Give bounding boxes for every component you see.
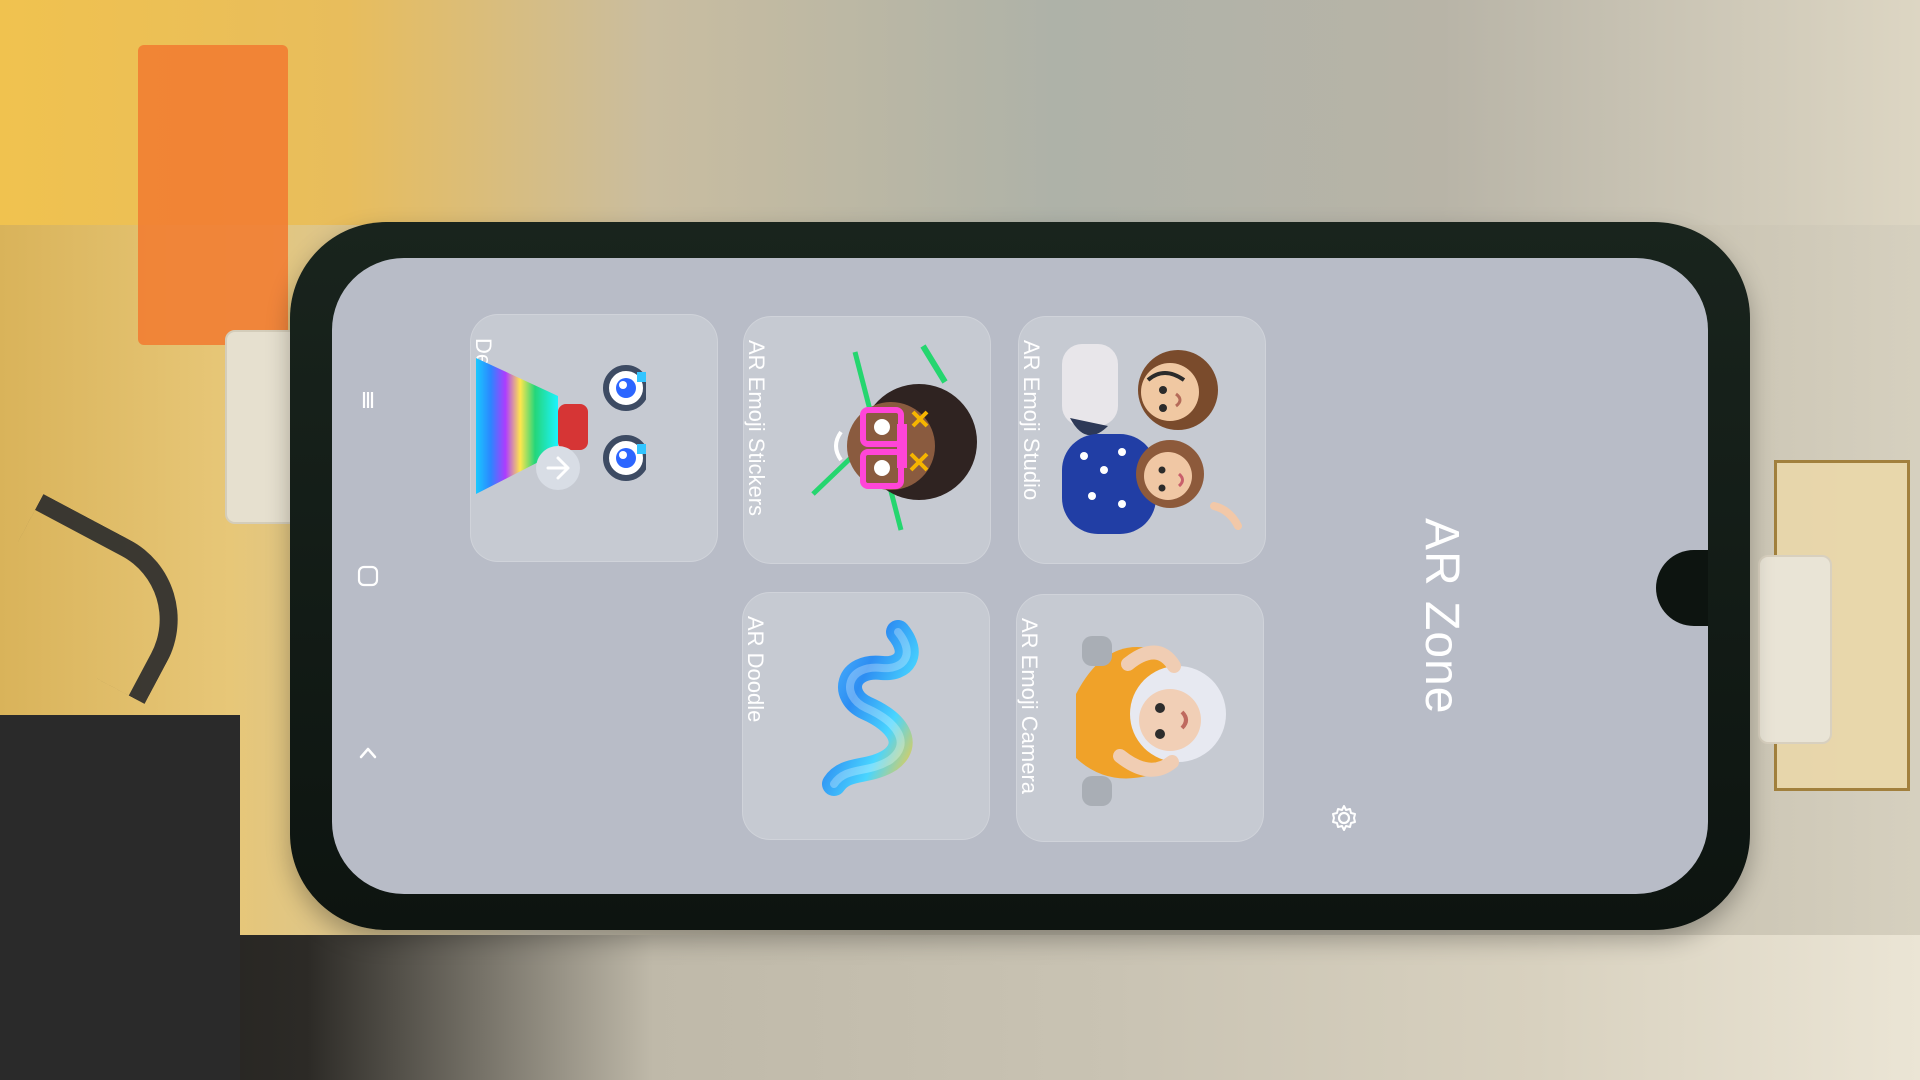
recents-button[interactable] <box>354 386 382 414</box>
deco-pic-icon <box>476 348 646 498</box>
card-ar-doodle[interactable]: AR Doodle <box>742 592 990 840</box>
settings-button[interactable] <box>1326 800 1362 836</box>
home-button[interactable] <box>354 562 382 590</box>
phone-screen: Deco Pic <box>332 258 1708 894</box>
card-ar-emoji-camera[interactable]: AR Emoji Camera <box>1016 594 1264 842</box>
orange-box <box>138 45 288 345</box>
card-label: AR Emoji Camera <box>1017 618 1042 795</box>
photo-background: Deco Pic <box>0 0 1920 1080</box>
phone: Deco Pic <box>290 222 1750 930</box>
back-icon <box>359 747 377 759</box>
ar-emoji-stickers-icon <box>793 334 983 544</box>
background-top-band <box>0 0 1920 225</box>
background-bottom-band <box>0 935 1920 1080</box>
page-title: AR Zone <box>1415 518 1468 715</box>
card-label: AR Emoji Stickers <box>744 340 769 517</box>
card-label: AR Doodle <box>743 616 768 723</box>
ar-doodle-icon <box>812 612 932 812</box>
back-button[interactable] <box>354 739 382 767</box>
camera-notch <box>1656 550 1708 626</box>
card-ar-emoji-stickers[interactable]: AR Emoji Stickers <box>743 316 991 564</box>
ar-emoji-studio-icon <box>1052 334 1252 554</box>
card-ar-emoji-studio[interactable]: AR Emoji Studio <box>1018 316 1266 564</box>
phone-mount-left <box>225 330 299 524</box>
recents-icon <box>362 392 374 408</box>
card-deco-pic[interactable]: Deco Pic <box>470 314 718 562</box>
card-label: AR Emoji Studio <box>1019 340 1044 501</box>
navigation-bar <box>354 258 382 894</box>
dark-block <box>0 715 240 1080</box>
gear-icon <box>1332 805 1356 831</box>
ar-emoji-camera-icon <box>1062 622 1242 822</box>
phone-mount-right <box>1758 555 1832 744</box>
cable <box>0 493 210 705</box>
home-icon <box>357 565 379 587</box>
